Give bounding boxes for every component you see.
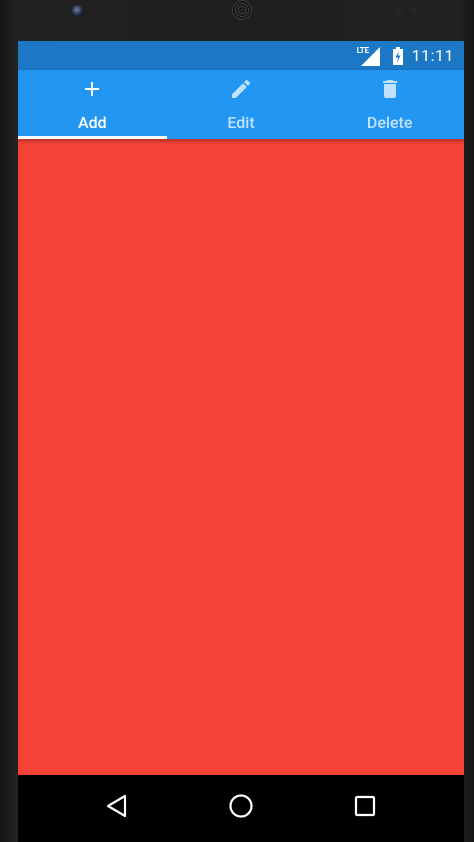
- tab-content-area: [18, 139, 464, 775]
- front-camera-icon: [72, 5, 84, 17]
- tab-add[interactable]: Add: [18, 70, 167, 139]
- tab-add-label: Add: [78, 113, 107, 132]
- device-screen: LTE 11:11 Add Edit Delete: [18, 41, 464, 842]
- proximity-sensor: [396, 7, 403, 14]
- recents-square-icon: [354, 795, 376, 817]
- home-circle-icon: [229, 794, 253, 818]
- back-button[interactable]: [102, 791, 132, 821]
- active-tab-indicator: [18, 136, 167, 139]
- signal-strength-icon: [360, 46, 380, 66]
- recents-button[interactable]: [350, 791, 380, 821]
- status-indicators: LTE 11:11: [357, 41, 454, 70]
- back-triangle-icon: [106, 794, 127, 818]
- plus-icon: [85, 82, 100, 96]
- tab-edit-label: Edit: [227, 113, 255, 132]
- trash-icon: [382, 80, 397, 98]
- home-button[interactable]: [226, 791, 256, 821]
- earpiece-speaker-icon: [231, 0, 253, 20]
- phone-frame: LTE 11:11 Add Edit Delete: [0, 0, 474, 842]
- tab-delete-label: Delete: [366, 113, 413, 132]
- network-indicator: LTE: [357, 45, 381, 67]
- tab-bar: Add Edit Delete: [18, 70, 464, 139]
- battery-charging-icon: [392, 46, 403, 65]
- status-time: 11:11: [411, 46, 454, 65]
- light-sensor: [410, 7, 417, 14]
- navigation-bar: [18, 775, 464, 842]
- tab-edit[interactable]: Edit: [167, 70, 316, 139]
- pencil-icon: [232, 79, 251, 98]
- status-bar: LTE 11:11: [18, 41, 464, 70]
- tab-delete[interactable]: Delete: [315, 70, 464, 139]
